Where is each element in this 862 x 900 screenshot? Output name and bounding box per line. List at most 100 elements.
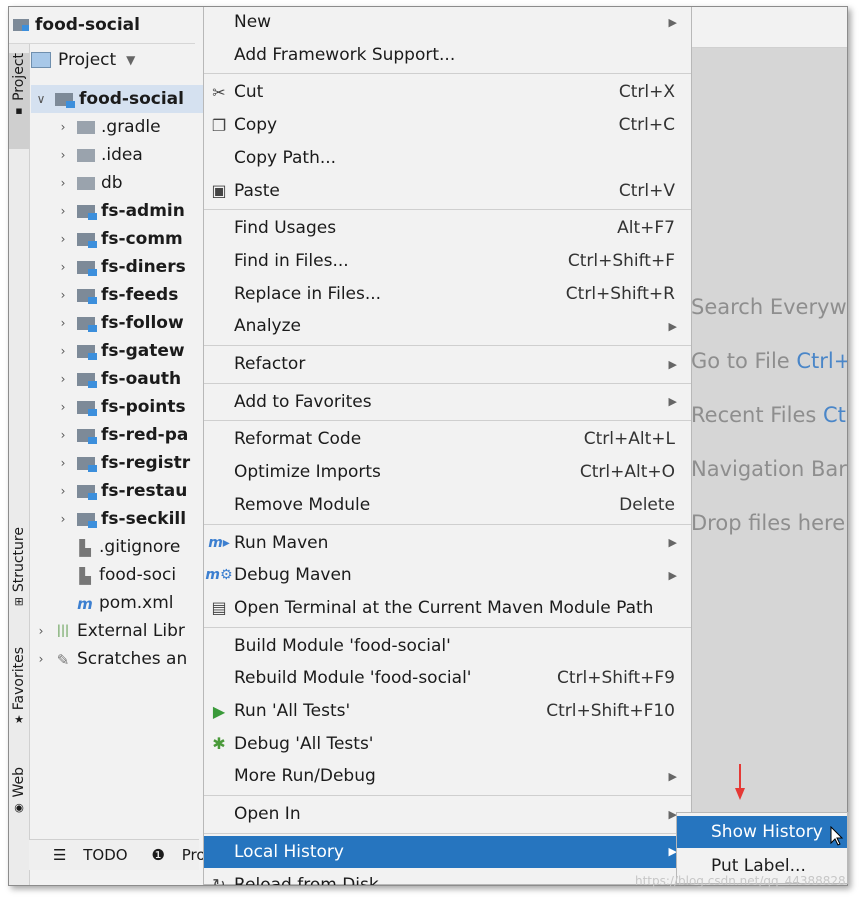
tree-item[interactable]: › fs-diners	[31, 253, 186, 281]
menu-item-label: Add Framework Support...	[234, 44, 456, 65]
tree-item[interactable]: › ✎ Scratches an	[31, 645, 188, 673]
menu-item[interactable]: Analyze ▶	[204, 310, 691, 342]
menu-item-label: Cut	[234, 82, 264, 103]
tree-item[interactable]: › fs-follow	[31, 309, 184, 337]
menu-item[interactable]: ▶ Run 'All Tests' Ctrl+Shift+F10	[204, 695, 691, 727]
menu-item[interactable]: New ▶	[204, 7, 691, 38]
tree-item[interactable]: › fs-registr	[31, 449, 191, 477]
expand-arrow-icon[interactable]: ›	[57, 372, 69, 386]
expand-arrow-icon[interactable]: ›	[57, 120, 69, 134]
tool-tab-todo[interactable]: ☰ TODO	[41, 846, 128, 864]
menu-item[interactable]: Find in Files... Ctrl+Shift+F	[204, 245, 691, 277]
menu-item[interactable]: Add Framework Support...	[204, 39, 691, 71]
menu-item[interactable]: ✂ Cut Ctrl+X	[204, 76, 691, 108]
menu-item-label: Reformat Code	[234, 429, 362, 450]
menu-item[interactable]: ▤ Open Terminal at the Current Maven Modu…	[204, 592, 691, 624]
expand-arrow-icon[interactable]: ›	[57, 204, 69, 218]
menu-item[interactable]: More Run/Debug ▶	[204, 760, 691, 792]
expand-arrow-icon[interactable]: ›	[35, 624, 47, 638]
tool-tab-project[interactable]: Project ▪	[9, 53, 29, 149]
menu-item-icon: m⚙	[205, 567, 233, 584]
tree-item[interactable]: › ||| External Libr	[31, 617, 185, 645]
tree-item[interactable]: ∨ food-social	[31, 85, 205, 113]
tree-item[interactable]: › fs-red-pa	[31, 421, 189, 449]
menu-item[interactable]: Replace in Files... Ctrl+Shift+R	[204, 278, 691, 310]
menu-item[interactable]: Find Usages Alt+F7	[204, 212, 691, 244]
menu-item[interactable]: Reformat Code Ctrl+Alt+L	[204, 423, 691, 455]
expand-arrow-icon[interactable]: ›	[57, 232, 69, 246]
menu-separator	[204, 523, 691, 525]
menu-item-label: Replace in Files...	[234, 283, 382, 304]
expand-arrow-icon[interactable]: ›	[57, 316, 69, 330]
tree-item[interactable]: › fs-restau	[31, 477, 188, 505]
tree-item[interactable]: › db	[31, 169, 123, 197]
tree-item[interactable]: › fs-comm	[31, 225, 183, 253]
tree-item[interactable]: ▙ food-soci	[31, 561, 176, 589]
menu-item-icon: ↻	[212, 875, 226, 886]
tree-item[interactable]: ▙ .gitignore	[31, 533, 180, 561]
menu-item[interactable]: Local History ▶	[204, 835, 691, 868]
tool-tab-favorites[interactable]: Favorites ★	[9, 647, 29, 747]
menu-item[interactable]: m⚙ Debug Maven ▶	[204, 559, 691, 591]
menu-item[interactable]: Copy Path...	[204, 142, 691, 174]
tree-item-label: food-social	[79, 89, 184, 109]
menu-item[interactable]: m▸ Run Maven ▶	[204, 527, 691, 559]
expand-arrow-icon[interactable]: ›	[57, 428, 69, 442]
menu-item[interactable]: Open In ▶	[204, 798, 691, 830]
menu-item[interactable]: ▣ Paste Ctrl+V	[204, 175, 691, 207]
menu-item[interactable]: Refactor ▶	[204, 348, 691, 380]
menu-item[interactable]: Build Module 'food-social'	[204, 630, 691, 662]
tree-item[interactable]: m pom.xml	[31, 589, 173, 617]
tree-item[interactable]: › fs-seckill	[31, 505, 187, 533]
expand-arrow-icon[interactable]: ›	[57, 484, 69, 498]
submenu-item[interactable]: Show History	[677, 816, 847, 848]
menu-item-label: More Run/Debug	[234, 766, 376, 787]
menu-item-icon: ▣	[211, 181, 227, 200]
context-menu: New ▶ Add Framework Support... ✂ Cut Ctrl+X ❐ C…	[203, 7, 692, 886]
tool-tab-web[interactable]: Web ◉	[9, 767, 29, 827]
chevron-down-icon: ▼	[126, 53, 136, 67]
menu-item[interactable]: Add to Favorites ▶	[204, 386, 691, 418]
expand-arrow-icon[interactable]: ›	[57, 148, 69, 162]
submenu-arrow-icon: ▶	[668, 568, 677, 582]
menu-item-shortcut: Ctrl+C	[618, 115, 675, 136]
menu-item-label: New	[234, 12, 272, 32]
menu-item-icon: m▸	[208, 534, 230, 551]
menu-item[interactable]: Rebuild Module 'food-social' Ctrl+Shift+F…	[204, 662, 691, 694]
expand-arrow-icon[interactable]: ›	[57, 400, 69, 414]
menu-item[interactable]: ✱ Debug 'All Tests'	[204, 728, 691, 760]
module-folder-icon	[77, 400, 97, 416]
gitignore-file-icon: ▙	[79, 538, 91, 557]
menu-item[interactable]: ❐ Copy Ctrl+C	[204, 109, 691, 141]
tool-tab-structure[interactable]: Structure ⊞	[9, 527, 29, 627]
tree-item[interactable]: › fs-admin	[31, 197, 185, 225]
expand-arrow-icon[interactable]: ›	[57, 176, 69, 190]
tree-item-label: fs-admin	[101, 201, 185, 221]
tool-tab-structure-label: Structure	[11, 527, 27, 593]
expand-arrow-icon[interactable]: ›	[57, 344, 69, 358]
expand-arrow-icon[interactable]: ›	[35, 652, 47, 666]
editor-hint-text: Go to File	[691, 349, 797, 373]
project-view-selector[interactable]: Project ▼	[31, 47, 135, 73]
expand-arrow-icon[interactable]: ›	[57, 260, 69, 274]
expand-arrow-icon[interactable]: ∨	[35, 92, 47, 106]
menu-item[interactable]: ↻ Reload from Disk	[204, 869, 691, 886]
tree-item[interactable]: › fs-feeds	[31, 281, 179, 309]
menu-item-label: Local History	[234, 841, 344, 862]
tree-item[interactable]: › .idea	[31, 141, 143, 169]
submenu-item-label: Put Label...	[711, 856, 806, 876]
tree-item[interactable]: › fs-oauth	[31, 365, 181, 393]
expand-arrow-icon[interactable]: ›	[57, 456, 69, 470]
module-folder-icon	[77, 344, 97, 360]
tree-item[interactable]: › fs-gatew	[31, 337, 185, 365]
menu-item[interactable]: Optimize Imports Ctrl+Alt+O	[204, 456, 691, 488]
tree-item[interactable]: › fs-points	[31, 393, 186, 421]
editor-hint: Recent Files Ct	[691, 403, 846, 427]
tool-window-strip: Project ▪ Structure ⊞ Favorites ★ Web ◉	[9, 7, 30, 885]
expand-arrow-icon[interactable]: ›	[57, 512, 69, 526]
menu-item[interactable]: Remove Module Delete	[204, 489, 691, 521]
folder-icon	[77, 120, 95, 134]
module-folder-icon	[77, 456, 97, 472]
tree-item[interactable]: › .gradle	[31, 113, 161, 141]
expand-arrow-icon[interactable]: ›	[57, 288, 69, 302]
